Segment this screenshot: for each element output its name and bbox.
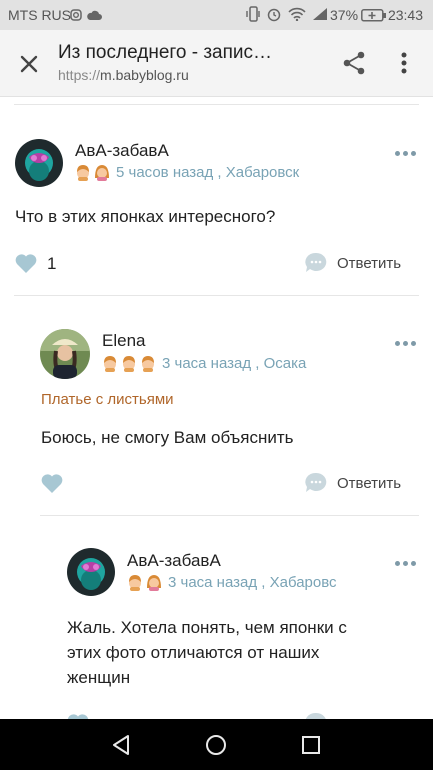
back-button[interactable] bbox=[111, 734, 131, 761]
vibrate-icon bbox=[246, 6, 260, 22]
reply-label: Ответить bbox=[337, 254, 402, 272]
meta-separator: , bbox=[251, 355, 264, 372]
reply-button[interactable] bbox=[305, 712, 327, 719]
avatar[interactable] bbox=[40, 329, 90, 379]
comment-text-line: женщин bbox=[67, 668, 131, 687]
back-triangle-icon bbox=[113, 735, 129, 755]
cloud-icon bbox=[87, 10, 102, 20]
topic-link[interactable]: Платье с листьями bbox=[41, 391, 174, 408]
home-button[interactable] bbox=[205, 734, 227, 761]
comment-author[interactable]: АвА-забавА bbox=[127, 551, 221, 571]
girl-icon bbox=[147, 575, 161, 591]
comment-author[interactable]: АвА-забавА bbox=[75, 141, 169, 161]
like-button[interactable] bbox=[40, 472, 64, 494]
browser-toolbar: Из последнего - запис… https://m.babyblo… bbox=[0, 30, 433, 97]
recent-apps-button[interactable] bbox=[301, 735, 321, 760]
system-navigation-bar bbox=[0, 719, 433, 770]
divider bbox=[40, 515, 419, 516]
comment-meta: 3 часа назад , Хабаровс bbox=[127, 574, 337, 591]
avatar[interactable] bbox=[15, 139, 63, 187]
heart-icon bbox=[41, 474, 63, 493]
comment-text: Боюсь, не смогу Вам объяснить bbox=[41, 428, 294, 447]
instagram-icon bbox=[70, 9, 82, 21]
boy-icon bbox=[142, 356, 154, 372]
boy-icon bbox=[77, 165, 89, 181]
more-vertical-icon bbox=[401, 52, 407, 74]
like-button[interactable] bbox=[14, 252, 38, 274]
comment-meta: 3 часа назад , Осака bbox=[102, 355, 306, 372]
comment-location: Осака bbox=[263, 355, 307, 372]
comment-location: Хабаровск bbox=[225, 164, 300, 181]
share-icon bbox=[343, 51, 365, 75]
comment-options-button[interactable] bbox=[395, 148, 419, 160]
boy-icon bbox=[104, 356, 116, 372]
girl-icon bbox=[95, 165, 109, 181]
share-button[interactable] bbox=[342, 50, 366, 76]
signal-icon bbox=[313, 8, 327, 20]
like-count: 1 bbox=[47, 254, 57, 273]
battery-percent: 37% bbox=[330, 7, 359, 23]
comment-meta: 5 часов назад , Хабаровск bbox=[75, 164, 299, 181]
meta-separator: , bbox=[257, 574, 270, 591]
close-icon bbox=[20, 55, 38, 73]
comment-time: 3 часа назад bbox=[162, 355, 252, 372]
alarm-icon bbox=[267, 8, 281, 22]
comment-text-line: этих фото отличаются от наших bbox=[67, 643, 320, 662]
boy-icon bbox=[123, 356, 135, 372]
comment-options-button[interactable] bbox=[395, 558, 419, 570]
speech-bubble-icon bbox=[305, 712, 326, 719]
wifi-icon bbox=[288, 7, 306, 21]
speech-bubble-icon bbox=[305, 472, 327, 492]
meta-separator: , bbox=[213, 164, 226, 181]
comment-time: 3 часа назад bbox=[168, 574, 258, 591]
boy-icon bbox=[129, 575, 141, 591]
comment-text-line: Жаль. Хотела понять, чем японки с bbox=[67, 618, 347, 637]
reply-label: Ответить bbox=[337, 474, 402, 492]
overflow-menu-button[interactable] bbox=[396, 50, 412, 76]
clock: 23:43 bbox=[387, 7, 423, 23]
home-circle-icon bbox=[206, 735, 226, 755]
child-badges bbox=[102, 355, 156, 372]
comment-options-button[interactable] bbox=[395, 338, 419, 350]
battery-charging-icon bbox=[361, 9, 386, 22]
heart-icon bbox=[15, 254, 37, 273]
close-button[interactable] bbox=[17, 52, 41, 76]
status-bar: MTS RUS 37% 23:43 bbox=[0, 0, 433, 30]
url-host: m.babyblog.ru bbox=[100, 67, 189, 83]
child-badges bbox=[127, 574, 162, 591]
comment-text: Жаль. Хотела понять, чем японки с этих ф… bbox=[67, 615, 347, 690]
heart-icon bbox=[67, 714, 89, 719]
comment-location: Хабаровс bbox=[269, 574, 337, 591]
recent-square-icon bbox=[302, 736, 320, 754]
url-scheme: https:// bbox=[58, 67, 101, 83]
divider bbox=[14, 104, 419, 105]
avatar[interactable] bbox=[67, 548, 115, 596]
avatar-image bbox=[67, 548, 115, 596]
like-button[interactable] bbox=[66, 712, 90, 719]
child-badges bbox=[75, 164, 110, 181]
comments-thread: АвА-забавА 5 часов назад , Хабаровск Что… bbox=[0, 96, 433, 719]
comment-author[interactable]: Elena bbox=[102, 331, 145, 351]
speech-bubble-icon bbox=[305, 252, 327, 272]
carrier-name: MTS RUS bbox=[8, 7, 71, 23]
status-icons bbox=[246, 6, 328, 22]
divider bbox=[14, 295, 419, 296]
reply-button[interactable]: Ответить bbox=[305, 252, 401, 274]
comment-time: 5 часов назад bbox=[116, 164, 214, 181]
reply-button[interactable]: Ответить bbox=[305, 472, 401, 494]
page-url: https://m.babyblog.ru bbox=[58, 67, 189, 83]
avatar-image bbox=[40, 329, 90, 379]
avatar-image bbox=[15, 139, 63, 187]
comment-text: Что в этих японках интересного? bbox=[15, 207, 276, 226]
page-title: Из последнего - запис… bbox=[58, 42, 273, 63]
